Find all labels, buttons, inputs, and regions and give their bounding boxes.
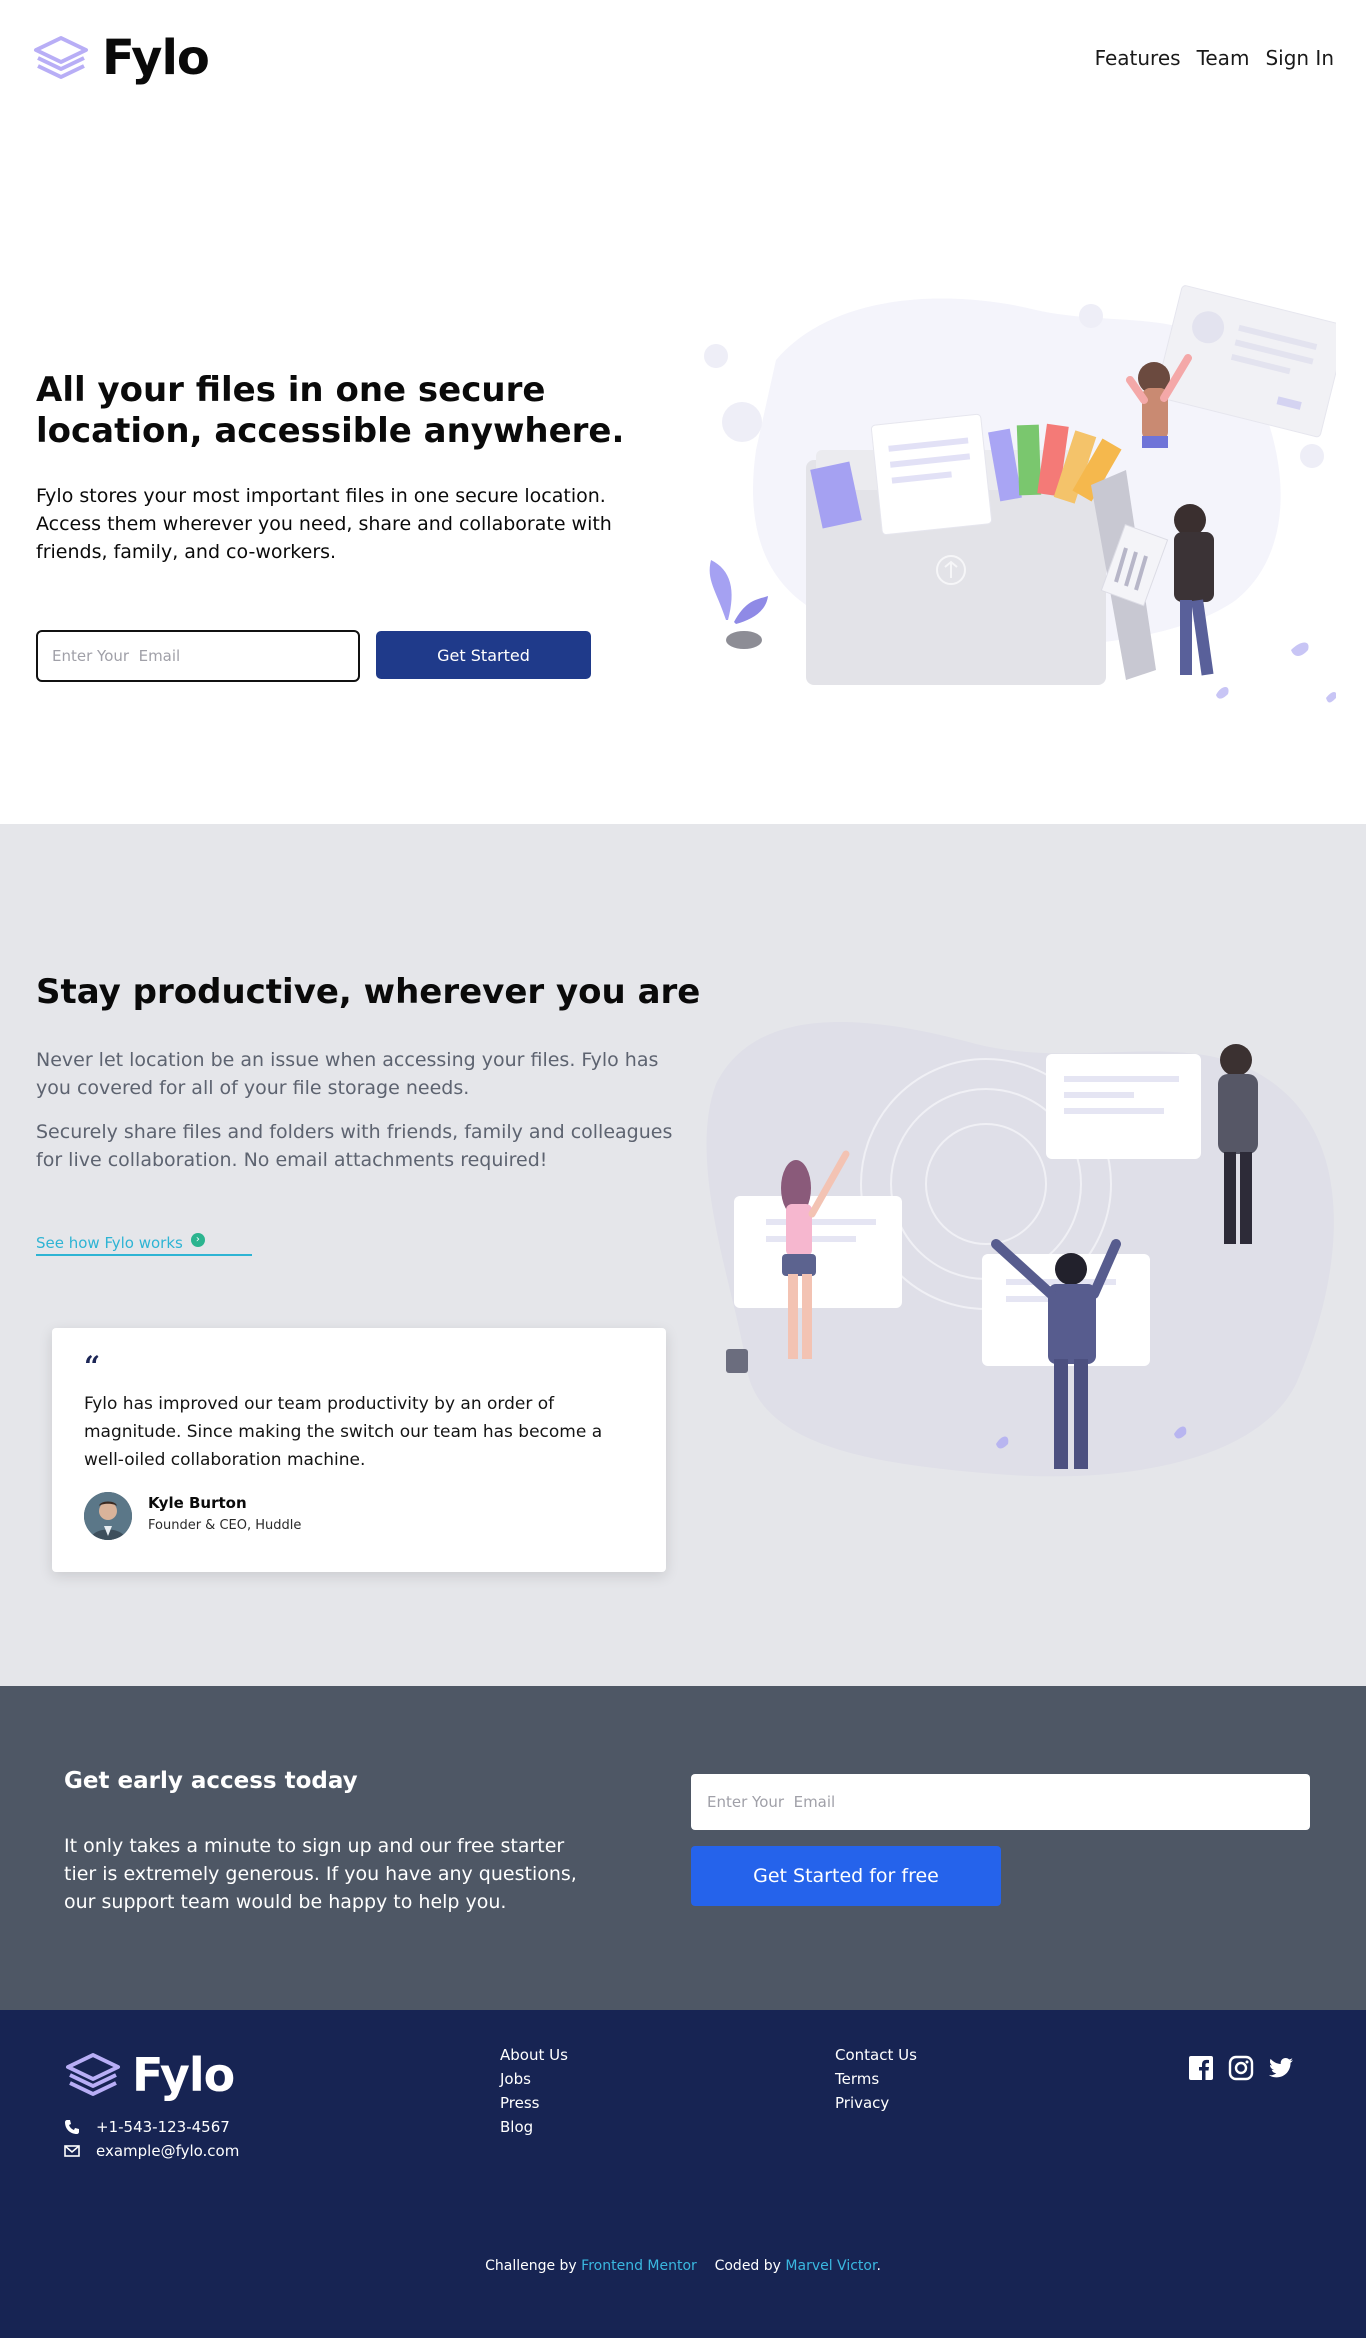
early-access-email-input[interactable] <box>691 1774 1310 1830</box>
productive-paragraph-2: Securely share files and folders with fr… <box>36 1121 673 1171</box>
testimonial-quote: Fylo has improved our team productivity … <box>84 1394 603 1470</box>
hero-section: All your files in one secure location, a… <box>0 120 1366 824</box>
footer-link-press[interactable]: Press <box>500 2094 568 2113</box>
nav-sign-in[interactable]: Sign In <box>1265 46 1334 70</box>
footer-email: example@fylo.com <box>64 2142 239 2160</box>
footer-link-about-us[interactable]: About Us <box>500 2046 568 2065</box>
frontend-mentor-link[interactable]: Frontend Mentor <box>581 2258 697 2274</box>
email-address: example@fylo.com <box>96 2142 240 2160</box>
logo[interactable]: Fylo <box>32 30 210 86</box>
footer-phone: +1-543-123-4567 <box>64 2118 230 2136</box>
facebook-icon[interactable] <box>1188 2055 1214 2081</box>
hero-title: All your files in one secure location, a… <box>36 370 625 451</box>
footer-link-terms[interactable]: Terms <box>835 2070 917 2089</box>
site-header: Fylo Features Team Sign In <box>0 0 1366 120</box>
productive-section: Stay productive, wherever you are Never … <box>0 824 1366 1686</box>
twitter-icon[interactable] <box>1268 2055 1294 2081</box>
layers-logo-icon <box>66 2053 120 2096</box>
mail-icon <box>64 2145 80 2157</box>
person-avatar-icon <box>84 1492 132 1540</box>
footer-link-contact-us[interactable]: Contact Us <box>835 2046 917 2065</box>
link-label: See how Fylo works <box>36 1234 183 1252</box>
hero-illustration <box>704 285 1336 703</box>
hero-email-input[interactable] <box>36 630 360 682</box>
testimonial-card: “ Fylo has improved our team productivit… <box>52 1328 666 1572</box>
phone-number: +1-543-123-4567 <box>96 2118 230 2136</box>
early-access-section: Get early access today It only takes a m… <box>0 1686 1366 2010</box>
quote-mark: “ <box>84 1350 101 1383</box>
logo-text: Fylo <box>102 30 210 86</box>
credit-prefix: Challenge by <box>485 2258 577 2274</box>
layers-logo-icon <box>34 36 88 79</box>
footer-logo-text: Fylo <box>132 2048 235 2102</box>
footer-links-column-1: About Us Jobs Press Blog <box>500 2046 568 2137</box>
testimonial-name: Kyle Burton <box>148 1494 247 1512</box>
footer-link-privacy[interactable]: Privacy <box>835 2094 917 2113</box>
nav-features[interactable]: Features <box>1095 46 1181 70</box>
early-access-title: Get early access today <box>64 1768 358 1794</box>
footer-logo[interactable]: Fylo <box>64 2048 235 2102</box>
main-nav: Features Team Sign In <box>1095 46 1334 70</box>
get-started-button[interactable]: Get Started <box>376 631 591 679</box>
credit-mid: Coded by <box>714 2258 781 2274</box>
social-links <box>1188 2055 1294 2081</box>
nav-team[interactable]: Team <box>1197 46 1250 70</box>
avatar <box>84 1492 132 1540</box>
site-footer: Fylo +1-543-123-4567 example@fylo.com Ab… <box>0 2010 1366 2338</box>
early-access-description: It only takes a minute to sign up and ou… <box>64 1835 577 1913</box>
productive-illustration <box>706 1021 1334 1477</box>
attribution: Challenge by Frontend Mentor Coded by Ma… <box>0 2258 1366 2274</box>
credit-suffix: . <box>876 2258 881 2274</box>
footer-link-jobs[interactable]: Jobs <box>500 2070 568 2089</box>
get-started-free-button[interactable]: Get Started for free <box>691 1846 1001 1906</box>
productive-title: Stay productive, wherever you are <box>36 972 701 1012</box>
footer-links-column-2: Contact Us Terms Privacy <box>835 2046 917 2113</box>
arrow-circle-icon: › <box>190 1233 205 1247</box>
productive-paragraph-1: Never let location be an issue when acce… <box>36 1049 659 1099</box>
footer-link-blog[interactable]: Blog <box>500 2118 568 2137</box>
testimonial-role: Founder & CEO, Huddle <box>148 1518 302 1533</box>
instagram-icon[interactable] <box>1228 2055 1254 2081</box>
see-how-fylo-works-link[interactable]: See how Fylo works › <box>36 1233 252 1256</box>
hero-description: Fylo stores your most important files in… <box>36 485 612 563</box>
author-link[interactable]: Marvel Victor <box>785 2258 876 2274</box>
phone-icon <box>65 2120 79 2134</box>
